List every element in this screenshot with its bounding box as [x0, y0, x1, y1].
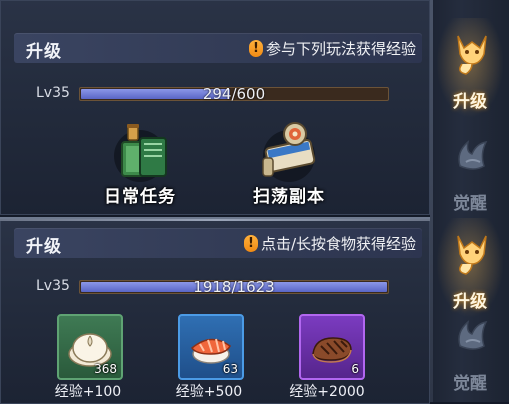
warning-exclamation-icon: ! — [248, 40, 263, 57]
food-exp-label: 经验+2000 — [289, 384, 365, 400]
panel-divider — [0, 219, 430, 221]
hint-text-row: ! 点击/长按食物获得经验 — [243, 233, 416, 254]
exp-progress-bar: 1918/1623 — [79, 278, 389, 296]
activity-daily-tasks[interactable]: 日常任务 — [85, 120, 195, 207]
fox-spirit-icon — [457, 35, 487, 75]
level-label: Lv35 — [36, 85, 70, 101]
tab-label: 觉醒 — [453, 374, 487, 394]
tab-awaken[interactable]: 觉醒 — [436, 120, 504, 220]
level-label: Lv35 — [36, 278, 70, 294]
section-title: 升级 — [26, 42, 62, 62]
side-divider — [430, 0, 433, 402]
exp-text: 294/600 — [202, 85, 266, 103]
hint-text: 参与下列玩法获得经验 — [265, 40, 416, 58]
medicine-bottle-book-icon — [114, 124, 167, 182]
level-row: Lv35 1918/1623 — [26, 277, 396, 297]
awaken-wing-icon — [458, 140, 488, 170]
food-item-steak[interactable]: 6 — [299, 314, 365, 380]
section-header: 升级 ! 参与下列玩法获得经验 — [14, 33, 422, 63]
section-header: 升级 ! 点击/长按食物获得经验 — [14, 228, 422, 258]
warning-exclamation-icon: ! — [243, 235, 258, 252]
awaken-wing-icon — [458, 320, 488, 350]
level-row: Lv35 294/600 — [26, 84, 396, 104]
exp-text: 1918/1623 — [193, 278, 275, 296]
tab-label: 觉醒 — [453, 194, 487, 214]
food-exp-label: 经验+100 — [54, 384, 122, 400]
hint-text: 点击/长按食物获得经验 — [260, 235, 416, 253]
item-count: 6 — [351, 362, 359, 376]
exp-progress-bar: 294/600 — [79, 85, 389, 103]
food-item-sushi[interactable]: 63 — [178, 314, 244, 380]
activity-label: 扫荡副本 — [253, 187, 325, 207]
section-title: 升级 — [26, 237, 62, 257]
tab-upgrade[interactable]: 升级 — [436, 18, 504, 118]
hint-text-row: ! 参与下列玩法获得经验 — [248, 38, 416, 59]
item-count: 63 — [222, 362, 238, 376]
activity-sweep-dungeon[interactable]: 扫荡副本 — [234, 120, 344, 207]
steak-icon — [312, 337, 352, 363]
item-count: 368 — [94, 362, 117, 376]
tab-awaken[interactable]: 觉醒 — [436, 300, 504, 400]
fox-spirit-icon — [457, 235, 487, 275]
tab-label: 升级 — [453, 92, 487, 112]
food-exp-label: 经验+500 — [175, 384, 243, 400]
upgrade-panel-upper: 升级 ! 参与下列玩法获得经验 Lv35 294/600 — [0, 0, 430, 215]
scroll-map-icon — [262, 122, 316, 182]
food-item-bun[interactable]: 368 — [57, 314, 123, 380]
activity-label: 日常任务 — [104, 187, 176, 207]
